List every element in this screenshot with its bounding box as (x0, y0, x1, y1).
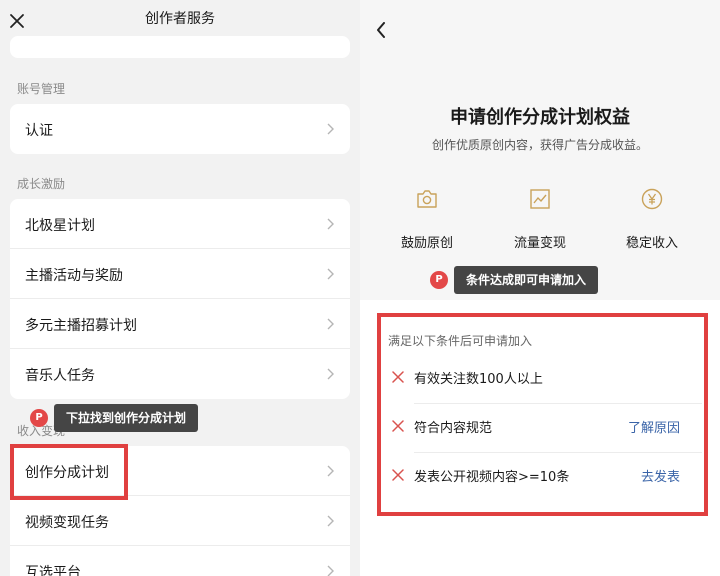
benefit-original: 鼓励原创 (377, 188, 477, 251)
cross-icon (392, 469, 404, 481)
menu-item-musician-tasks[interactable]: 音乐人任务 (10, 349, 350, 399)
page-title: 创作者服务 (145, 11, 215, 27)
menu-item-host-activities[interactable]: 主播活动与奖励 (10, 249, 350, 299)
menu-item-label: 创作分成计划 (25, 465, 109, 481)
menu-item-label: 视频变现任务 (25, 515, 109, 531)
benefit-label: 流量变现 (513, 236, 566, 251)
chevron-right-icon (327, 515, 334, 527)
section-label-account: 账号管理 (17, 82, 66, 96)
trend-chart-icon (530, 189, 550, 209)
condition-hint-tooltip: P 条件达成即可申请加入 (430, 266, 599, 294)
growth-card: 北极星计划 主播活动与奖励 多元主播招募计划 音乐人任务 (10, 199, 350, 399)
learn-reason-link[interactable]: 了解原因 (628, 417, 680, 436)
menu-item-label: 北极星计划 (25, 218, 95, 234)
scroll-hint-tooltip: P 下拉找到创作分成计划 (30, 404, 199, 432)
top-bar: 创作者服务 (0, 0, 360, 36)
menu-item-creation-share-plan[interactable]: 创作分成计划 (10, 446, 350, 496)
condition-text: 符合内容规范 (414, 421, 493, 436)
menu-item-north-star[interactable]: 北极星计划 (10, 199, 350, 249)
menu-item-mutual-select[interactable]: 互选平台 (10, 546, 350, 576)
plan-subtitle: 创作优质原创内容，获得广告分成收益。 (431, 138, 648, 152)
account-card: 认证 (10, 104, 350, 154)
tip-text: 下拉找到创作分成计划 (54, 404, 199, 432)
camera-icon (417, 190, 437, 208)
benefit-label: 鼓励原创 (400, 236, 453, 251)
chevron-right-icon (327, 123, 334, 135)
chevron-right-icon (327, 368, 334, 380)
benefit-label: 稳定收入 (625, 236, 678, 251)
plan-title: 申请创作分成计划权益 (450, 107, 630, 128)
chevron-right-icon (327, 218, 334, 230)
menu-item-verification[interactable]: 认证 (10, 104, 350, 154)
divider (414, 452, 702, 453)
tip-text: 条件达成即可申请加入 (454, 266, 599, 294)
chevron-right-icon (327, 565, 334, 576)
income-card: 创作分成计划 视频变现任务 互选平台 (10, 446, 350, 576)
conditions-header: 满足以下条件后可申请加入 (388, 334, 533, 348)
menu-item-label: 音乐人任务 (25, 368, 95, 384)
tip-badge: P (430, 271, 448, 289)
menu-item-host-recruit[interactable]: 多元主播招募计划 (10, 299, 350, 349)
back-arrow-icon[interactable] (376, 22, 386, 38)
menu-item-label: 认证 (25, 123, 53, 139)
cross-icon (392, 371, 404, 383)
chevron-right-icon (327, 318, 334, 330)
yen-coin-icon (641, 188, 663, 210)
menu-item-label: 多元主播招募计划 (25, 318, 137, 334)
tip-badge: P (30, 409, 48, 427)
benefit-income: 稳定收入 (602, 188, 702, 251)
section-label-growth: 成长激励 (17, 177, 66, 191)
menu-item-video-monetize[interactable]: 视频变现任务 (10, 496, 350, 546)
chevron-right-icon (327, 465, 334, 477)
cross-icon (392, 420, 404, 432)
condition-row-videos: 发表公开视频内容>=10条 去发表 (382, 454, 702, 502)
top-card-fragment (10, 36, 350, 58)
condition-row-content-rules: 符合内容规范 了解原因 (382, 405, 702, 453)
condition-text: 有效关注数100人以上 (414, 372, 543, 387)
condition-text: 发表公开视频内容>=10条 (414, 470, 570, 485)
chevron-right-icon (327, 268, 334, 280)
divider (414, 403, 702, 404)
menu-item-label: 主播活动与奖励 (25, 268, 123, 284)
creator-services-panel: 创作者服务 账号管理 认证 成长激励 北极星计划 主播活动与奖励 多元主播招募计… (0, 0, 360, 576)
go-publish-link[interactable]: 去发表 (641, 466, 680, 485)
condition-row-followers: 有效关注数100人以上 (382, 356, 702, 404)
menu-item-label: 互选平台 (25, 565, 81, 576)
benefit-traffic: 流量变现 (490, 188, 590, 251)
apply-plan-panel: 申请创作分成计划权益 创作优质原创内容，获得广告分成收益。 鼓励原创 流量变现 … (360, 0, 720, 576)
